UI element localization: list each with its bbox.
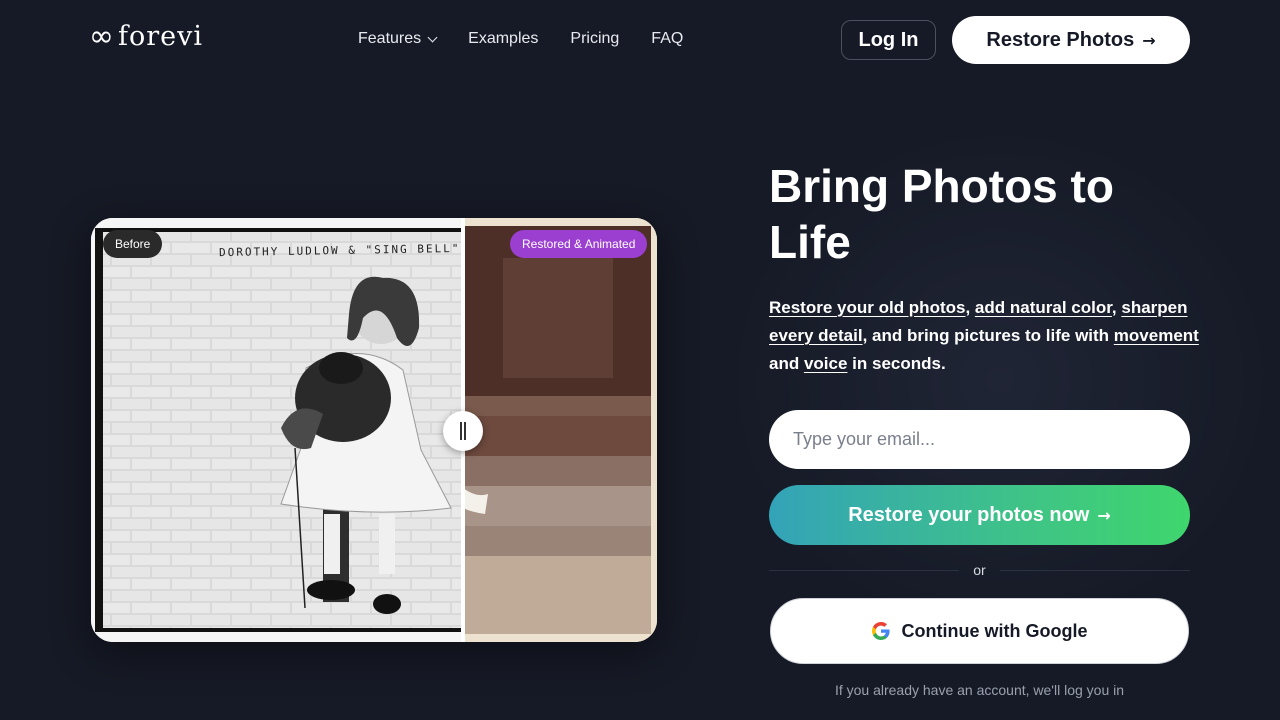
nav-item-faq[interactable]: FAQ [651, 28, 683, 50]
drag-handle-icon [460, 422, 466, 440]
arrow-right-icon: → [1097, 505, 1111, 525]
nav-item-label: Examples [468, 30, 539, 47]
google-icon [871, 622, 890, 640]
link-voice[interactable]: voice [804, 354, 847, 373]
nav-item-examples[interactable]: Examples [468, 28, 538, 50]
before-photo: DOROTHY LUDLOW & "SING BELL" [91, 218, 463, 642]
or-divider: or [769, 560, 1190, 580]
nav-item-pricing[interactable]: Pricing [570, 28, 619, 50]
desc-text: and [769, 354, 804, 373]
site-header: ∞ forevi Features Examples Pricing FAQ L… [0, 0, 1280, 80]
main-nav: Features Examples Pricing FAQ [358, 28, 683, 50]
restore-photos-label: Restore Photos [986, 28, 1135, 51]
desc-text: in seconds. [847, 354, 946, 373]
before-photo-illustration [91, 218, 463, 642]
logo[interactable]: ∞ forevi [89, 22, 203, 52]
before-after-compare: DOROTHY LUDLOW & "SING BELL" Before Rest… [91, 218, 657, 642]
desc-separator: , [965, 298, 975, 317]
continue-with-google-label: Continue with Google [901, 620, 1088, 641]
hero-description: Restore your old photos, add natural col… [769, 294, 1199, 378]
arrow-right-icon: → [1142, 30, 1156, 50]
after-photo-illustration [463, 218, 657, 642]
desc-text: , and bring pictures to life with [862, 326, 1114, 345]
desc-separator: , [1111, 298, 1122, 317]
chevron-down-icon [427, 32, 438, 42]
link-add-natural-color[interactable]: add natural color [975, 298, 1112, 317]
compare-slider-handle[interactable] [443, 411, 483, 451]
hero-title: Bring Photos to Life [769, 160, 1114, 268]
after-photo [463, 218, 657, 642]
brand-name: forevi [118, 21, 204, 52]
restore-now-button[interactable]: Restore your photos now → [769, 485, 1190, 545]
email-input[interactable] [769, 410, 1190, 469]
divider-line [1000, 570, 1190, 571]
restore-photos-button[interactable]: Restore Photos → [952, 16, 1190, 64]
login-button[interactable]: Log In [841, 20, 936, 60]
account-note: If you already have an account, we'll lo… [834, 682, 1125, 698]
before-badge: Before [103, 230, 163, 258]
infinity-icon: ∞ [89, 19, 114, 54]
nav-item-features[interactable]: Features [358, 28, 438, 50]
nav-item-label: Pricing [570, 30, 620, 47]
after-badge: Restored & Animated [510, 230, 648, 258]
link-movement[interactable]: movement [1114, 326, 1199, 345]
nav-item-label: Features [358, 30, 422, 47]
nav-item-label: FAQ [651, 30, 684, 47]
link-restore-old-photos[interactable]: Restore your old photos [769, 298, 965, 317]
continue-with-google-button[interactable]: Continue with Google [770, 598, 1189, 664]
restore-now-label: Restore your photos now [848, 503, 1090, 526]
